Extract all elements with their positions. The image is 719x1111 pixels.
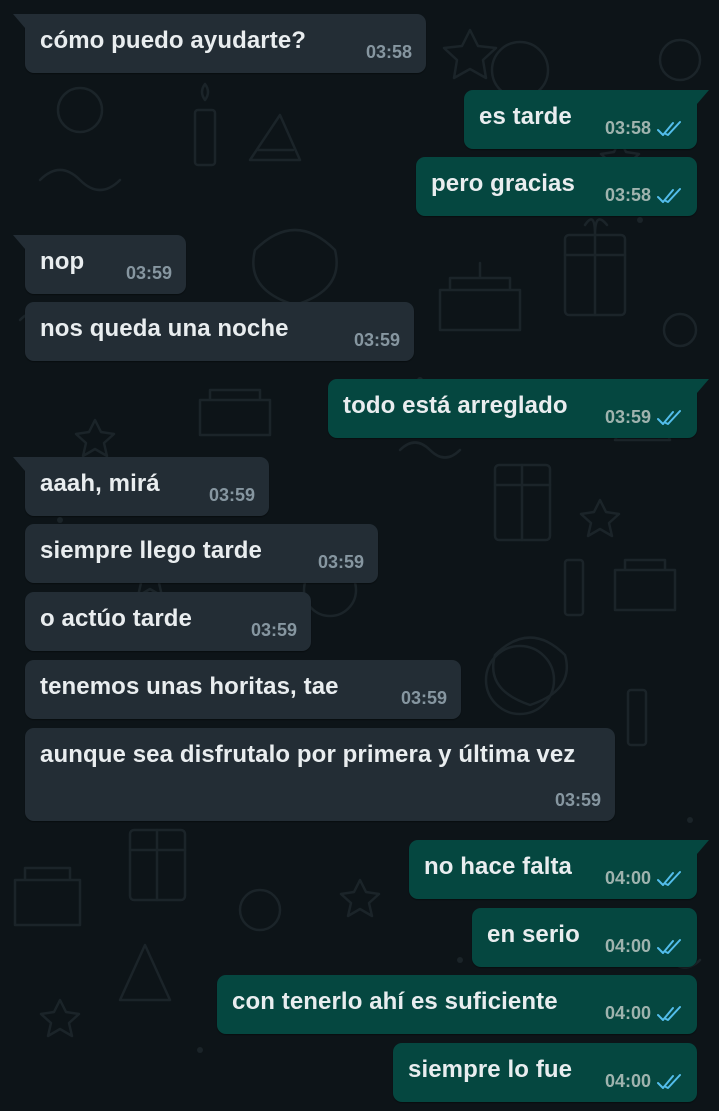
message-text: siempre lo fue (408, 1056, 573, 1083)
message-text: nos queda una noche (40, 315, 289, 342)
message-time: 03:59 (554, 790, 601, 810)
double-check-icon (657, 187, 681, 203)
message-time: 03:59 (604, 407, 651, 427)
message-text: en serio (487, 921, 580, 948)
message-bubble-outgoing[interactable]: siempre lo fue 04:00 (393, 1043, 697, 1102)
message-bubble-outgoing[interactable]: en serio 04:00 (472, 908, 697, 967)
message-text: no hace falta (424, 853, 573, 880)
message-time: 03:58 (365, 42, 412, 62)
message-bubble-outgoing[interactable]: con tenerlo ahí es suficiente 04:00 (217, 975, 697, 1034)
message-text: cómo puedo ayudarte? (40, 27, 307, 54)
message-bubble-incoming[interactable]: o actúo tarde 03:59 (25, 592, 311, 651)
message-text: o actúo tarde (40, 605, 192, 632)
message-text: tenemos unas horitas, tae (40, 673, 339, 700)
double-check-icon (657, 938, 681, 954)
message-bubble-incoming[interactable]: siempre llego tarde 03:59 (25, 524, 378, 583)
message-time: 03:58 (604, 185, 651, 205)
message-time: 03:59 (250, 620, 297, 640)
message-time: 03:59 (353, 330, 400, 350)
message-bubble-outgoing[interactable]: es tarde 03:58 (464, 90, 709, 149)
message-text: siempre llego tarde (40, 537, 262, 564)
message-bubble-incoming[interactable]: tenemos unas horitas, tae 03:59 (25, 660, 461, 719)
message-bubble-incoming[interactable]: cómo puedo ayudarte? 03:58 (13, 14, 426, 73)
message-time: 04:00 (604, 1071, 651, 1091)
conversation[interactable]: cómo puedo ayudarte? 03:58 es tarde 03:5… (0, 0, 719, 1111)
message-time: 04:00 (604, 936, 651, 956)
message-time: 03:59 (125, 263, 172, 283)
double-check-icon (657, 1073, 681, 1089)
message-bubble-outgoing[interactable]: todo está arreglado 03:59 (328, 379, 709, 438)
message-bubble-incoming[interactable]: nop 03:59 (13, 235, 186, 294)
double-check-icon (657, 870, 681, 886)
message-text: es tarde (479, 103, 572, 130)
message-text: pero gracias (431, 170, 575, 197)
message-text: nop (40, 248, 85, 275)
message-text: con tenerlo ahí es suficiente (232, 988, 558, 1015)
message-text: aunque sea disfrutalo por primera y últi… (40, 741, 576, 768)
double-check-icon (657, 1005, 681, 1021)
message-bubble-outgoing[interactable]: pero gracias 03:58 (416, 157, 697, 216)
message-time: 04:00 (604, 868, 651, 888)
message-bubble-incoming[interactable]: aunque sea disfrutalo por primera y últi… (25, 728, 615, 821)
message-time: 03:59 (400, 688, 447, 708)
message-time: 03:58 (604, 118, 651, 138)
message-text: todo está arreglado (343, 392, 568, 419)
double-check-icon (657, 120, 681, 136)
message-bubble-incoming[interactable]: aaah, mirá 03:59 (13, 457, 269, 516)
message-bubble-outgoing[interactable]: no hace falta 04:00 (409, 840, 709, 899)
double-check-icon (657, 409, 681, 425)
message-bubble-incoming[interactable]: nos queda una noche 03:59 (25, 302, 414, 361)
message-time: 03:59 (317, 552, 364, 572)
message-time: 04:00 (604, 1003, 651, 1023)
message-text: aaah, mirá (40, 470, 160, 497)
message-time: 03:59 (208, 485, 255, 505)
